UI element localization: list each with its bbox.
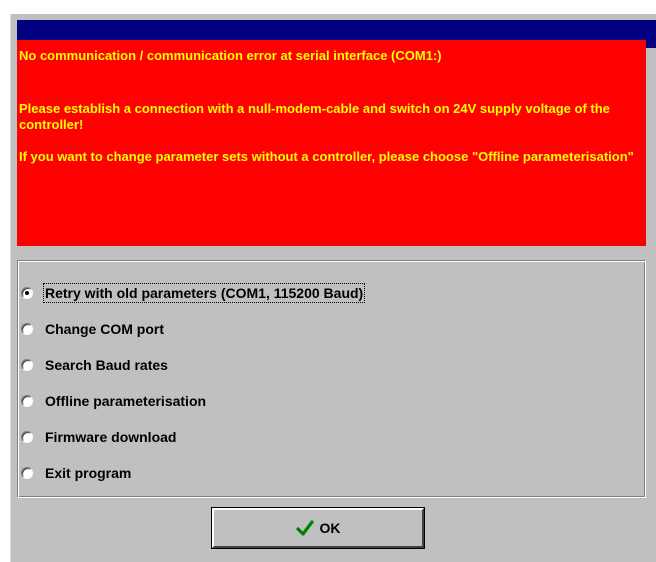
option-firmware-download[interactable]: Firmware download	[21, 427, 176, 447]
radio-button[interactable]	[21, 323, 33, 335]
option-offline-parameterisation[interactable]: Offline parameterisation	[21, 391, 206, 411]
option-label[interactable]: Firmware download	[45, 429, 176, 445]
radio-button-checked[interactable]	[21, 287, 33, 299]
option-label[interactable]: Exit program	[45, 465, 131, 481]
error-offline-hint-line: If you want to change parameter sets wit…	[19, 149, 634, 164]
option-retry[interactable]: Retry with old parameters (COM1, 115200 …	[21, 283, 366, 303]
option-label[interactable]: Change COM port	[45, 321, 164, 337]
checkmark-icon	[295, 520, 314, 536]
radio-button[interactable]	[21, 431, 33, 443]
ok-button-label: OK	[319, 520, 341, 536]
error-message-line: No communication / communication error a…	[19, 48, 442, 63]
error-message-panel: No communication / communication error a…	[17, 40, 646, 246]
ok-button[interactable]: OK	[212, 508, 424, 548]
error-instruction-line: Please establish a connection with a nul…	[19, 101, 610, 132]
option-label[interactable]: Retry with old parameters (COM1, 115200 …	[42, 283, 366, 303]
option-label[interactable]: Offline parameterisation	[45, 393, 206, 409]
radio-button[interactable]	[21, 395, 33, 407]
option-label[interactable]: Search Baud rates	[45, 357, 168, 373]
option-change-com-port[interactable]: Change COM port	[21, 319, 164, 339]
radio-button[interactable]	[21, 467, 33, 479]
option-search-baud-rates[interactable]: Search Baud rates	[21, 355, 168, 375]
option-exit-program[interactable]: Exit program	[21, 463, 131, 483]
radio-button[interactable]	[21, 359, 33, 371]
